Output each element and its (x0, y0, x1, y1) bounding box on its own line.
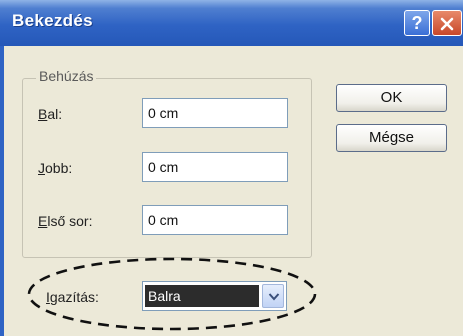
alignment-label: Igazítás: (46, 289, 99, 305)
title-bar[interactable]: Bekezdés ? (0, 0, 463, 46)
first-line-mnemonic: E (38, 213, 48, 229)
alignment-label-text: gazítás: (49, 289, 99, 305)
paragraph-dialog: Bekezdés ? Behúzás Bal: 0 cm Jobb: 0 cm … (0, 0, 463, 336)
first-line-label-text: lső sor: (47, 213, 93, 229)
right-indent-label-text: obb: (45, 160, 73, 176)
right-indent-mnemonic: J (38, 160, 45, 176)
cancel-button[interactable]: Mégse (336, 124, 447, 152)
left-indent-mnemonic: B (38, 106, 48, 122)
left-indent-label-text: al: (47, 106, 63, 122)
help-icon: ? (411, 13, 423, 33)
left-indent-field[interactable]: 0 cm (142, 98, 288, 128)
window-frame (0, 46, 4, 336)
indent-group-title: Behúzás (36, 68, 97, 84)
right-indent-field[interactable]: 0 cm (142, 152, 288, 182)
close-icon (440, 17, 454, 31)
right-indent-label: Jobb: (38, 160, 72, 176)
first-line-field[interactable]: 0 cm (142, 205, 288, 235)
window-title: Bekezdés (12, 11, 93, 30)
alignment-dropdown-button[interactable] (262, 284, 284, 308)
left-indent-label: Bal: (38, 106, 62, 122)
ok-button[interactable]: OK (336, 84, 447, 112)
close-button[interactable] (432, 10, 462, 36)
chevron-down-icon (268, 293, 280, 301)
first-line-label: Első sor: (38, 213, 92, 229)
alignment-select[interactable]: Balra (142, 281, 287, 311)
alignment-selected-value: Balra (145, 285, 259, 307)
help-button[interactable]: ? (404, 10, 430, 36)
